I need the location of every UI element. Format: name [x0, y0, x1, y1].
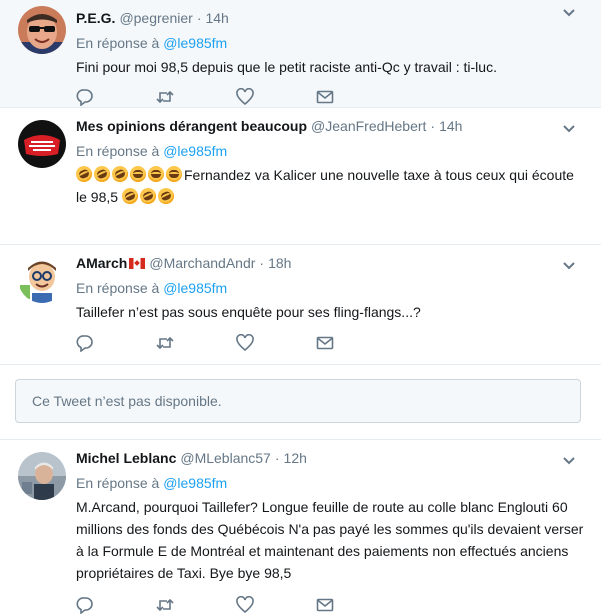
unavailable-tweet-notice: Ce Tweet n’est pas disponible.	[15, 379, 581, 423]
chevron-down-icon[interactable]	[559, 118, 579, 138]
tweet[interactable]: Michel Leblanc @MLeblanc57 · 12h En répo…	[0, 440, 601, 616]
direct-message-button[interactable]	[316, 596, 396, 614]
chevron-down-icon[interactable]	[559, 255, 579, 275]
chevron-down-icon[interactable]	[559, 2, 579, 22]
user-handle[interactable]: @JeanFredHebert	[311, 118, 426, 134]
reply-context: En réponse à @le985fm	[76, 143, 586, 159]
tweet[interactable]: P.E.G. @pegrenier · 14h En réponse à @le…	[0, 0, 601, 108]
direct-message-button[interactable]	[316, 88, 396, 106]
reply-button[interactable]	[76, 88, 156, 106]
tweet-actions	[76, 334, 586, 352]
display-name[interactable]: P.E.G.	[76, 10, 115, 26]
display-name[interactable]: Mes opinions dérangent beaucoup	[76, 118, 307, 134]
tweet[interactable]: AMarch @MarchandAndr · 18h En réponse à …	[0, 245, 601, 365]
tweet-text: Fini pour moi 98,5 depuis que le petit r…	[76, 59, 497, 75]
tweet-text: Taillefer n’est pas sous enquête pour se…	[76, 304, 421, 320]
separator-dot: ·	[196, 10, 202, 26]
tweet-text: M.Arcand, pourquoi Taillefer? Longue feu…	[76, 499, 584, 581]
timestamp[interactable]: 12h	[284, 450, 307, 466]
user-handle[interactable]: @pegrenier	[119, 10, 192, 26]
retweet-button[interactable]	[156, 88, 236, 106]
like-icon	[236, 88, 254, 106]
avatar[interactable]	[18, 452, 66, 500]
tweet-header: AMarch @MarchandAndr · 18h	[76, 255, 586, 275]
like-icon	[236, 596, 254, 614]
timestamp[interactable]: 14h	[439, 118, 462, 134]
reply-prefix: En réponse à	[76, 35, 160, 51]
separator-dot: ·	[259, 255, 265, 271]
like-button[interactable]	[236, 88, 316, 106]
timestamp[interactable]: 18h	[268, 255, 291, 271]
rofl-emoji-icon	[137, 185, 159, 207]
tweet-feed: P.E.G. @pegrenier · 14h En réponse à @le…	[0, 0, 601, 616]
tweet-header: Michel Leblanc @MLeblanc57 · 12h	[76, 450, 586, 470]
chevron-down-icon[interactable]	[559, 450, 579, 470]
retweet-icon	[156, 336, 174, 350]
tweet-header: P.E.G. @pegrenier · 14h	[76, 10, 586, 30]
reply-prefix: En réponse à	[76, 280, 160, 296]
direct-message-icon	[316, 598, 334, 612]
tweet-actions	[76, 596, 586, 614]
reply-to-link[interactable]: @le985fm	[163, 143, 227, 159]
reply-context: En réponse à @le985fm	[76, 280, 586, 296]
rofl-emoji-icon	[155, 185, 177, 207]
laughing-emoji-icon	[148, 166, 164, 182]
laughing-emoji-icon	[130, 166, 146, 182]
separator-dot: ·	[274, 450, 280, 466]
like-button[interactable]	[236, 596, 316, 614]
reply-context: En réponse à @le985fm	[76, 35, 586, 51]
timestamp[interactable]: 14h	[205, 10, 228, 26]
direct-message-icon	[316, 90, 334, 104]
tweet-actions	[76, 88, 586, 106]
avatar[interactable]	[18, 120, 66, 168]
laughing-emoji-icon	[166, 166, 182, 182]
reply-icon	[76, 597, 93, 614]
separator-dot: ·	[430, 118, 436, 134]
user-handle[interactable]: @MarchandAndr	[149, 255, 255, 271]
unavailable-tweet-container: Ce Tweet n’est pas disponible.	[0, 365, 601, 440]
display-name[interactable]: Michel Leblanc	[76, 450, 176, 466]
reply-to-link[interactable]: @le985fm	[163, 35, 227, 51]
direct-message-icon	[316, 336, 334, 350]
reply-context: En réponse à @le985fm	[76, 475, 586, 491]
avatar[interactable]	[18, 6, 66, 54]
display-name[interactable]: AMarch	[76, 255, 127, 271]
reply-button[interactable]	[76, 334, 156, 352]
tweet-text-part: Fernandez va Kalicer une nouvelle taxe à…	[184, 167, 574, 183]
reply-icon	[76, 89, 93, 106]
retweet-icon	[156, 90, 174, 104]
canada-flag-icon	[129, 258, 146, 269]
rofl-emoji-icon	[91, 163, 113, 185]
tweet-text: Fernandez va Kalicer une nouvelle taxe à…	[73, 163, 586, 208]
tweet-text-part: le 98,5	[76, 189, 119, 205]
tweet-header: Mes opinions dérangent beaucoup @JeanFre…	[76, 118, 586, 138]
user-handle[interactable]: @MLeblanc57	[180, 450, 271, 466]
retweet-button[interactable]	[156, 596, 236, 614]
reply-prefix: En réponse à	[76, 475, 160, 491]
reply-to-link[interactable]: @le985fm	[163, 475, 227, 491]
tweet[interactable]: Mes opinions dérangent beaucoup @JeanFre…	[0, 108, 601, 245]
rofl-emoji-icon	[109, 163, 131, 185]
retweet-button[interactable]	[156, 334, 236, 352]
reply-icon	[76, 335, 93, 352]
like-button[interactable]	[236, 334, 316, 352]
direct-message-button[interactable]	[316, 334, 396, 352]
reply-to-link[interactable]: @le985fm	[163, 280, 227, 296]
rofl-emoji-icon	[119, 185, 141, 207]
unavailable-tweet-text: Ce Tweet n’est pas disponible.	[32, 393, 222, 409]
reply-button[interactable]	[76, 596, 156, 614]
like-icon	[236, 334, 254, 352]
rofl-emoji-icon	[73, 163, 95, 185]
retweet-icon	[156, 598, 174, 612]
reply-prefix: En réponse à	[76, 143, 160, 159]
avatar[interactable]	[18, 255, 66, 303]
